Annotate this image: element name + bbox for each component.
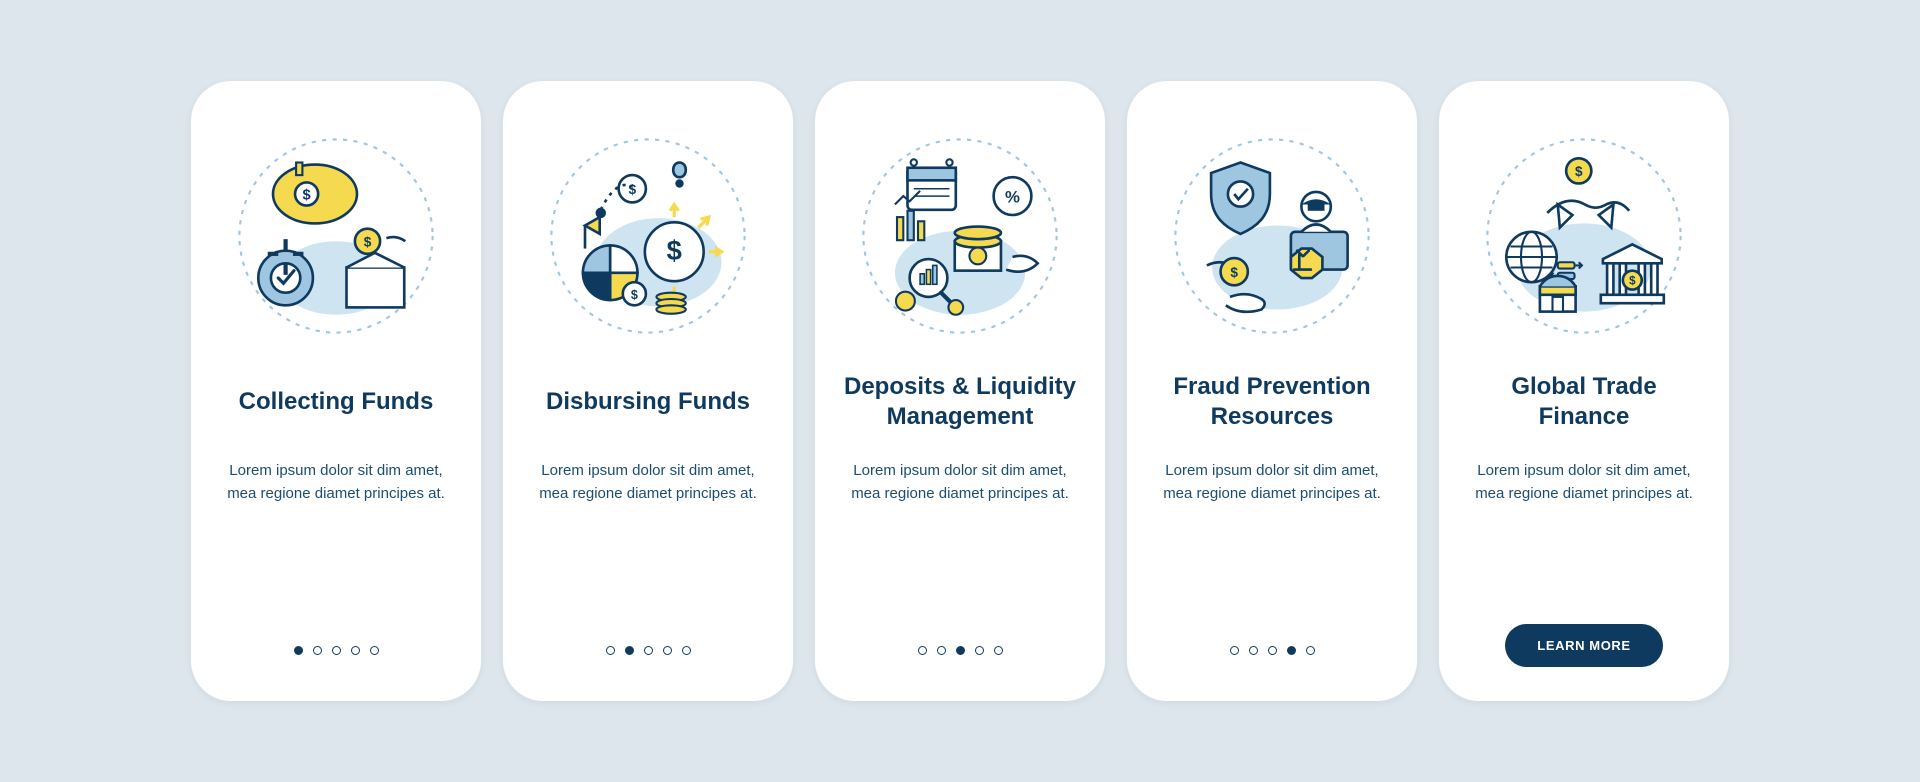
dot[interactable]	[644, 646, 653, 655]
dot[interactable]	[975, 646, 984, 655]
pagination-dots	[191, 646, 481, 655]
dot[interactable]	[1268, 646, 1277, 655]
card-title: Collecting Funds	[239, 371, 434, 433]
dot[interactable]	[663, 646, 672, 655]
onboarding-card-collecting-funds: $ $ Collecting Funds Lorem ipsum dolor s…	[191, 81, 481, 701]
svg-text:$: $	[1230, 265, 1238, 280]
dot[interactable]	[294, 646, 303, 655]
dot[interactable]	[1249, 646, 1258, 655]
onboarding-card-global-trade: $ $	[1439, 81, 1729, 701]
card-title: Disbursing Funds	[546, 371, 750, 433]
card-desc: Lorem ipsum dolor sit dim amet, mea regi…	[538, 459, 758, 506]
card-title: Global Trade Finance	[1511, 371, 1656, 433]
onboarding-card-disbursing-funds: $ $ $	[503, 81, 793, 701]
pagination-dots	[815, 646, 1105, 655]
dot[interactable]	[1306, 646, 1315, 655]
svg-text:$: $	[631, 288, 638, 302]
dot[interactable]	[606, 646, 615, 655]
pagination-dots	[503, 646, 793, 655]
svg-text:$: $	[667, 235, 682, 266]
dot[interactable]	[1287, 646, 1296, 655]
dot[interactable]	[313, 646, 322, 655]
card-desc: Lorem ipsum dolor sit dim amet, mea regi…	[1162, 459, 1382, 506]
dot[interactable]	[956, 646, 965, 655]
dot[interactable]	[918, 646, 927, 655]
card-desc: Lorem ipsum dolor sit dim amet, mea regi…	[226, 459, 446, 506]
dot[interactable]	[994, 646, 1003, 655]
pagination-dots	[1127, 646, 1417, 655]
global-trade-icon: $ $	[1479, 131, 1689, 341]
dot[interactable]	[1230, 646, 1239, 655]
dot[interactable]	[937, 646, 946, 655]
svg-text:$: $	[1575, 164, 1583, 179]
dot[interactable]	[370, 646, 379, 655]
disbursing-funds-icon: $ $ $	[543, 131, 753, 341]
card-title: Fraud Prevention Resources	[1173, 371, 1370, 433]
svg-text:$: $	[364, 235, 372, 250]
deposits-liquidity-icon: %	[855, 131, 1065, 341]
onboarding-card-deposits-liquidity: % Deposits & Liquidity Management Lorem …	[815, 81, 1105, 701]
card-desc: Lorem ipsum dolor sit dim amet, mea regi…	[1474, 459, 1694, 506]
svg-text:$: $	[1629, 275, 1636, 287]
svg-text:$: $	[303, 187, 311, 203]
dot[interactable]	[625, 646, 634, 655]
dot[interactable]	[351, 646, 360, 655]
svg-text:%: %	[1005, 187, 1020, 206]
card-title: Deposits & Liquidity Management	[844, 371, 1076, 433]
dot[interactable]	[682, 646, 691, 655]
svg-text:$: $	[628, 182, 636, 197]
dot[interactable]	[332, 646, 341, 655]
fraud-prevention-icon: $	[1167, 131, 1377, 341]
onboarding-card-fraud-prevention: $ Fraud Prevention Resources Lorem ipsum…	[1127, 81, 1417, 701]
card-desc: Lorem ipsum dolor sit dim amet, mea regi…	[850, 459, 1070, 506]
learn-more-button[interactable]: LEARN MORE	[1505, 624, 1662, 667]
collecting-funds-icon: $ $	[231, 131, 441, 341]
